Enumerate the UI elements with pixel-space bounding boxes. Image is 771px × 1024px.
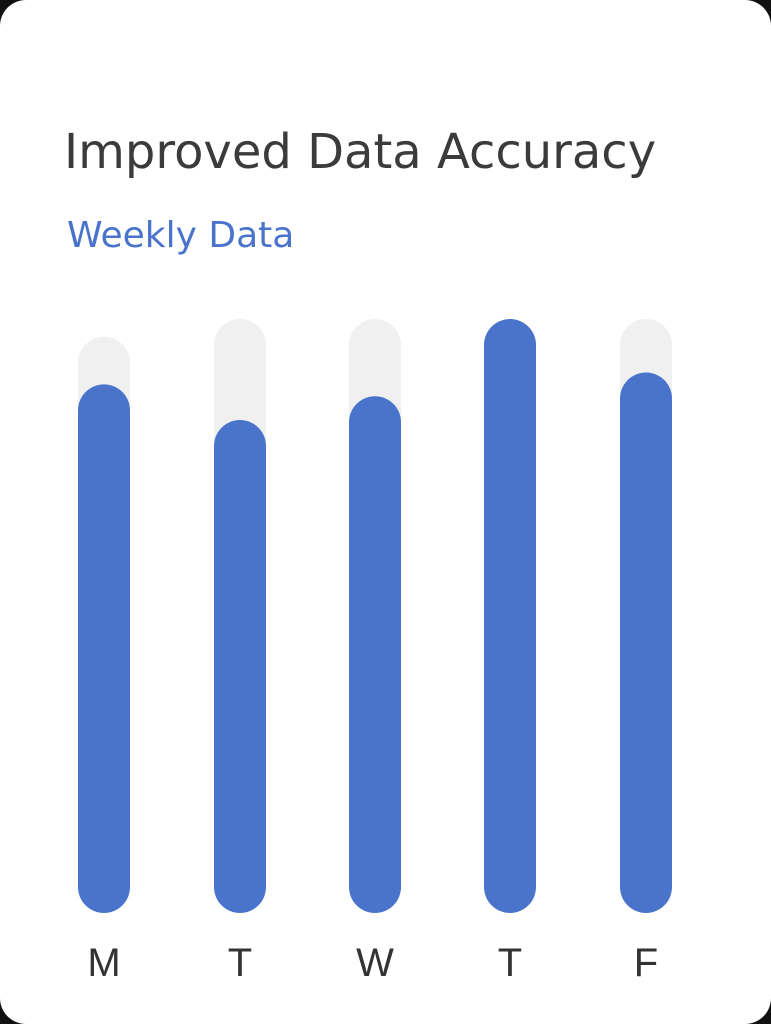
- bar: [349, 396, 401, 914]
- x-tick-label: M: [87, 941, 120, 985]
- chart-card: Improved Data Accuracy Weekly Data MTWTF: [0, 0, 771, 1024]
- x-tick-label: T: [228, 941, 252, 985]
- bar-chart: MTWTF: [78, 319, 672, 985]
- bar: [214, 419, 266, 913]
- bar: [484, 319, 536, 913]
- bar: [78, 384, 130, 914]
- x-tick-label: W: [356, 941, 394, 985]
- x-tick-label: T: [498, 941, 522, 985]
- x-tick-label: F: [634, 941, 658, 985]
- bar: [620, 372, 672, 914]
